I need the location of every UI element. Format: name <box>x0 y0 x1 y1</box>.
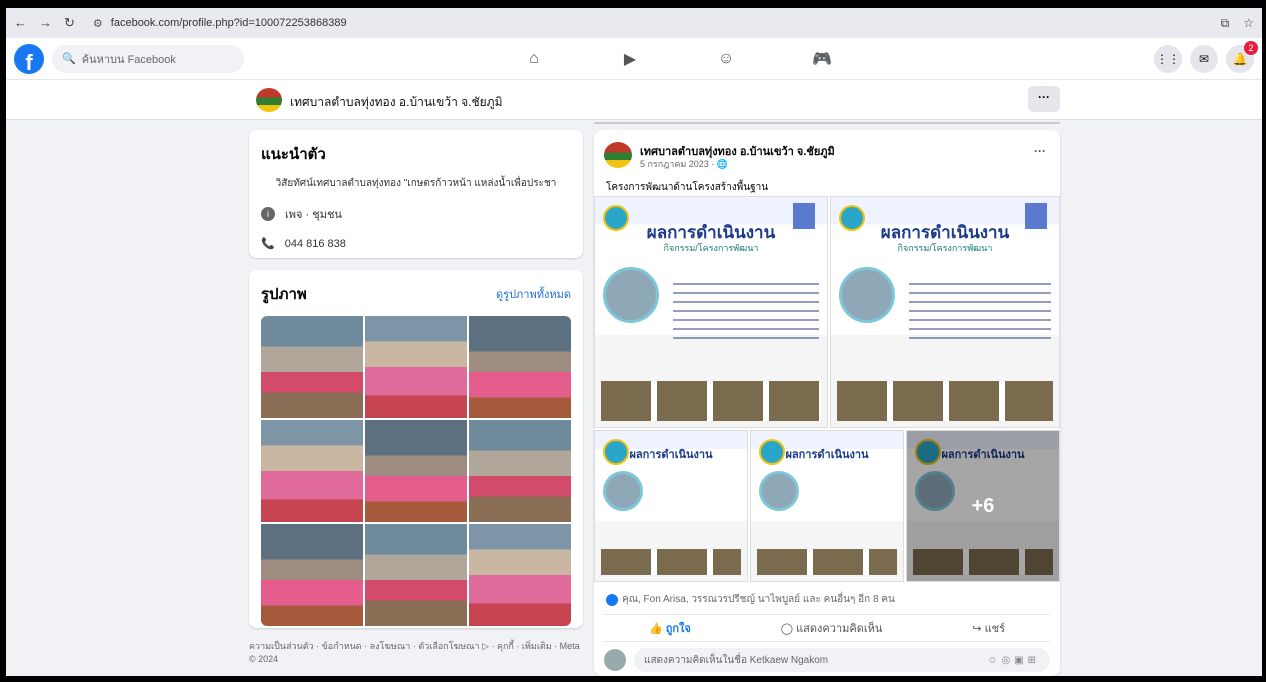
post-media: ผลการดำเนินงาน กิจกรรม/โครงการพัฒนา ผลกา… <box>594 196 1060 582</box>
share-icon: ↪ <box>972 623 982 635</box>
comment-icon: ◯ <box>780 623 794 635</box>
tile-title: ผลการดำเนินงาน <box>785 449 869 461</box>
install-icon[interactable]: ⧉ <box>1221 16 1230 31</box>
groups-icon[interactable]: ☺ <box>678 50 774 68</box>
tile-title: ผลการดำเนินงาน <box>629 449 713 461</box>
post-text: โครงการพัฒนาด้านโครงสร้างพื้นฐาน <box>606 182 769 193</box>
page-header: เทศบาลตำบลทุ่งทอง อ.บ้านเขว้า จ.ชัยภูมิ … <box>6 80 1262 120</box>
page-name[interactable]: เทศบาลตำบลทุ่งทอง อ.บ้านเขว้า จ.ชัยภูมิ <box>290 93 503 112</box>
footer-links[interactable]: ความเป็นส่วนตัว · ข้อกำหนด · ลงโฆษณา · ต… <box>249 640 583 666</box>
reaction-summary[interactable]: คุณ, Fon Arisa, วรรณวรปรีชญ์ นาไพบูลย์ แ… <box>606 592 895 607</box>
text-lines <box>909 283 1051 343</box>
photo-thumbnail[interactable] <box>365 420 467 522</box>
comment-button[interactable]: ◯ แสดงความคิดเห็น <box>781 619 883 637</box>
video-icon[interactable]: ▶ <box>582 49 678 69</box>
see-all-photos-link[interactable]: ดูรูปภาพทั้งหมด <box>496 285 571 303</box>
back-icon[interactable]: ← <box>14 15 27 31</box>
like-label: ถูกใจ <box>665 623 691 635</box>
photo-thumbnail[interactable] <box>469 316 571 418</box>
phone-number: 044 816 838 <box>284 237 346 250</box>
like-reaction-icon <box>606 593 618 606</box>
share-label: แชร์ <box>984 623 1006 635</box>
comment-label: แสดงความคิดเห็น <box>796 623 883 635</box>
photo-thumbnail[interactable] <box>261 316 363 418</box>
post-image[interactable]: ผลการดำเนินงาน <box>750 430 904 582</box>
photo-thumbnail[interactable] <box>365 524 467 626</box>
post-image[interactable]: ผลการดำเนินงาน +6 <box>906 430 1060 582</box>
divider <box>594 122 1060 124</box>
forward-icon[interactable]: → <box>39 15 52 31</box>
facebook-top-bar: f 🔍 ค้นหาบน Facebook ⌂ ▶ ☺ 🎮 ⋮⋮ ✉ 🔔 2 <box>6 38 1262 80</box>
search-placeholder: ค้นหาบน Facebook <box>81 53 176 66</box>
post-more-button[interactable]: ··· <box>1034 144 1046 158</box>
post-actions: 👍 ถูกใจ ◯ แสดงความคิดเห็น ↪ แชร์ <box>604 614 1050 642</box>
main-nav: ⌂ ▶ ☺ 🎮 <box>486 38 870 80</box>
text-lines <box>673 283 819 343</box>
logo-letter: f <box>25 49 33 74</box>
comment-input[interactable]: แสดงความคิดเห็นในชื่อ Ketkaew Ngakom ☺◎▣… <box>634 648 1050 672</box>
photo-strip <box>601 549 741 575</box>
round-photo <box>839 267 895 323</box>
home-icon[interactable]: ⌂ <box>486 50 582 68</box>
intro-card: แนะนำตัว วิสัยทัศน์เทศบาลตำบลทุ่งทอง "เก… <box>249 130 583 258</box>
like-button[interactable]: 👍 ถูกใจ <box>649 619 691 637</box>
user-avatar[interactable] <box>604 649 626 671</box>
photo-strip <box>601 381 821 421</box>
reaction-names: คุณ, Fon Arisa, วรรณวรปรีชญ์ นาไพบูลย์ แ… <box>622 594 895 605</box>
photo-strip <box>837 381 1053 421</box>
comment-placeholder: แสดงความคิดเห็นในชื่อ Ketkaew Ngakom <box>644 654 829 666</box>
page-more-button[interactable]: ··· <box>1028 86 1060 112</box>
browser-window: ← → ↻ ⚙ facebook.com/profile.php?id=1000… <box>6 8 1262 676</box>
round-photo <box>759 471 799 511</box>
tile-subtitle: กิจกรรม/โครงการพัฒนา <box>663 243 759 253</box>
search-icon: 🔍 <box>62 53 76 65</box>
info-icon: i <box>261 207 275 221</box>
facebook-logo-icon[interactable]: f <box>14 43 44 74</box>
more-photos-overlay[interactable]: +6 <box>907 431 1059 581</box>
post-image[interactable]: ผลการดำเนินงาน <box>594 430 748 582</box>
messenger-icon[interactable]: ✉ <box>1190 44 1218 73</box>
tile-subtitle: กิจกรรม/โครงการพัฒนา <box>897 243 993 253</box>
comment-composer: แสดงความคิดเห็นในชื่อ Ketkaew Ngakom ☺◎▣… <box>604 648 1050 672</box>
address-bar[interactable]: ⚙ facebook.com/profile.php?id=1000722538… <box>93 17 347 30</box>
photo-thumbnail[interactable] <box>261 524 363 626</box>
page-avatar[interactable] <box>256 88 282 112</box>
photo-thumbnail[interactable] <box>365 316 467 418</box>
page-category: เพจ · ชุมชน <box>285 209 342 221</box>
photo-grid <box>261 316 571 626</box>
notification-badge: 2 <box>1244 40 1258 55</box>
intro-title: แนะนำตัว <box>261 146 326 163</box>
post-author-avatar[interactable] <box>604 142 632 168</box>
notifications-icon[interactable]: 🔔 2 <box>1226 40 1258 73</box>
post-image[interactable]: ผลการดำเนินงาน กิจกรรม/โครงการพัฒนา <box>594 196 828 428</box>
photo-strip <box>757 549 897 575</box>
photo-thumbnail[interactable] <box>469 420 571 522</box>
url-text: facebook.com/profile.php?id=100072253868… <box>110 17 347 29</box>
post-image[interactable]: ผลการดำเนินงาน กิจกรรม/โครงการพัฒนา <box>830 196 1060 428</box>
browser-toolbar: ← → ↻ ⚙ facebook.com/profile.php?id=1000… <box>6 8 1262 38</box>
intro-bio: วิสัยทัศน์เทศบาลตำบลทุ่งทอง "เกษตรก้าวหน… <box>275 178 557 189</box>
post-date[interactable]: 5 กรกฎาคม 2023 · 🌐 <box>640 157 728 171</box>
post-card: เทศบาลตำบลทุ่งทอง อ.บ้านเขว้า จ.ชัยภูมิ … <box>594 130 1060 676</box>
search-input[interactable]: 🔍 ค้นหาบน Facebook <box>52 44 244 73</box>
round-photo <box>603 267 659 323</box>
reload-icon[interactable]: ↻ <box>64 15 75 31</box>
bookmark-star-icon[interactable]: ☆ <box>1243 16 1254 31</box>
comment-tools-icons[interactable]: ☺◎▣⊞ <box>987 655 1040 666</box>
gaming-icon[interactable]: 🎮 <box>774 49 870 69</box>
photo-thumbnail[interactable] <box>469 524 571 626</box>
photos-title: รูปภาพ <box>261 286 307 303</box>
thumbs-up-icon: 👍 <box>648 623 663 635</box>
round-photo <box>603 471 643 511</box>
phone-icon: 📞 <box>261 238 275 250</box>
menu-grid-icon[interactable]: ⋮⋮ <box>1154 44 1182 73</box>
share-button[interactable]: ↪ แชร์ <box>972 619 1005 637</box>
photos-card: รูปภาพ ดูรูปภาพทั้งหมด <box>249 270 583 628</box>
photo-thumbnail[interactable] <box>261 420 363 522</box>
site-settings-icon[interactable]: ⚙ <box>93 17 103 30</box>
